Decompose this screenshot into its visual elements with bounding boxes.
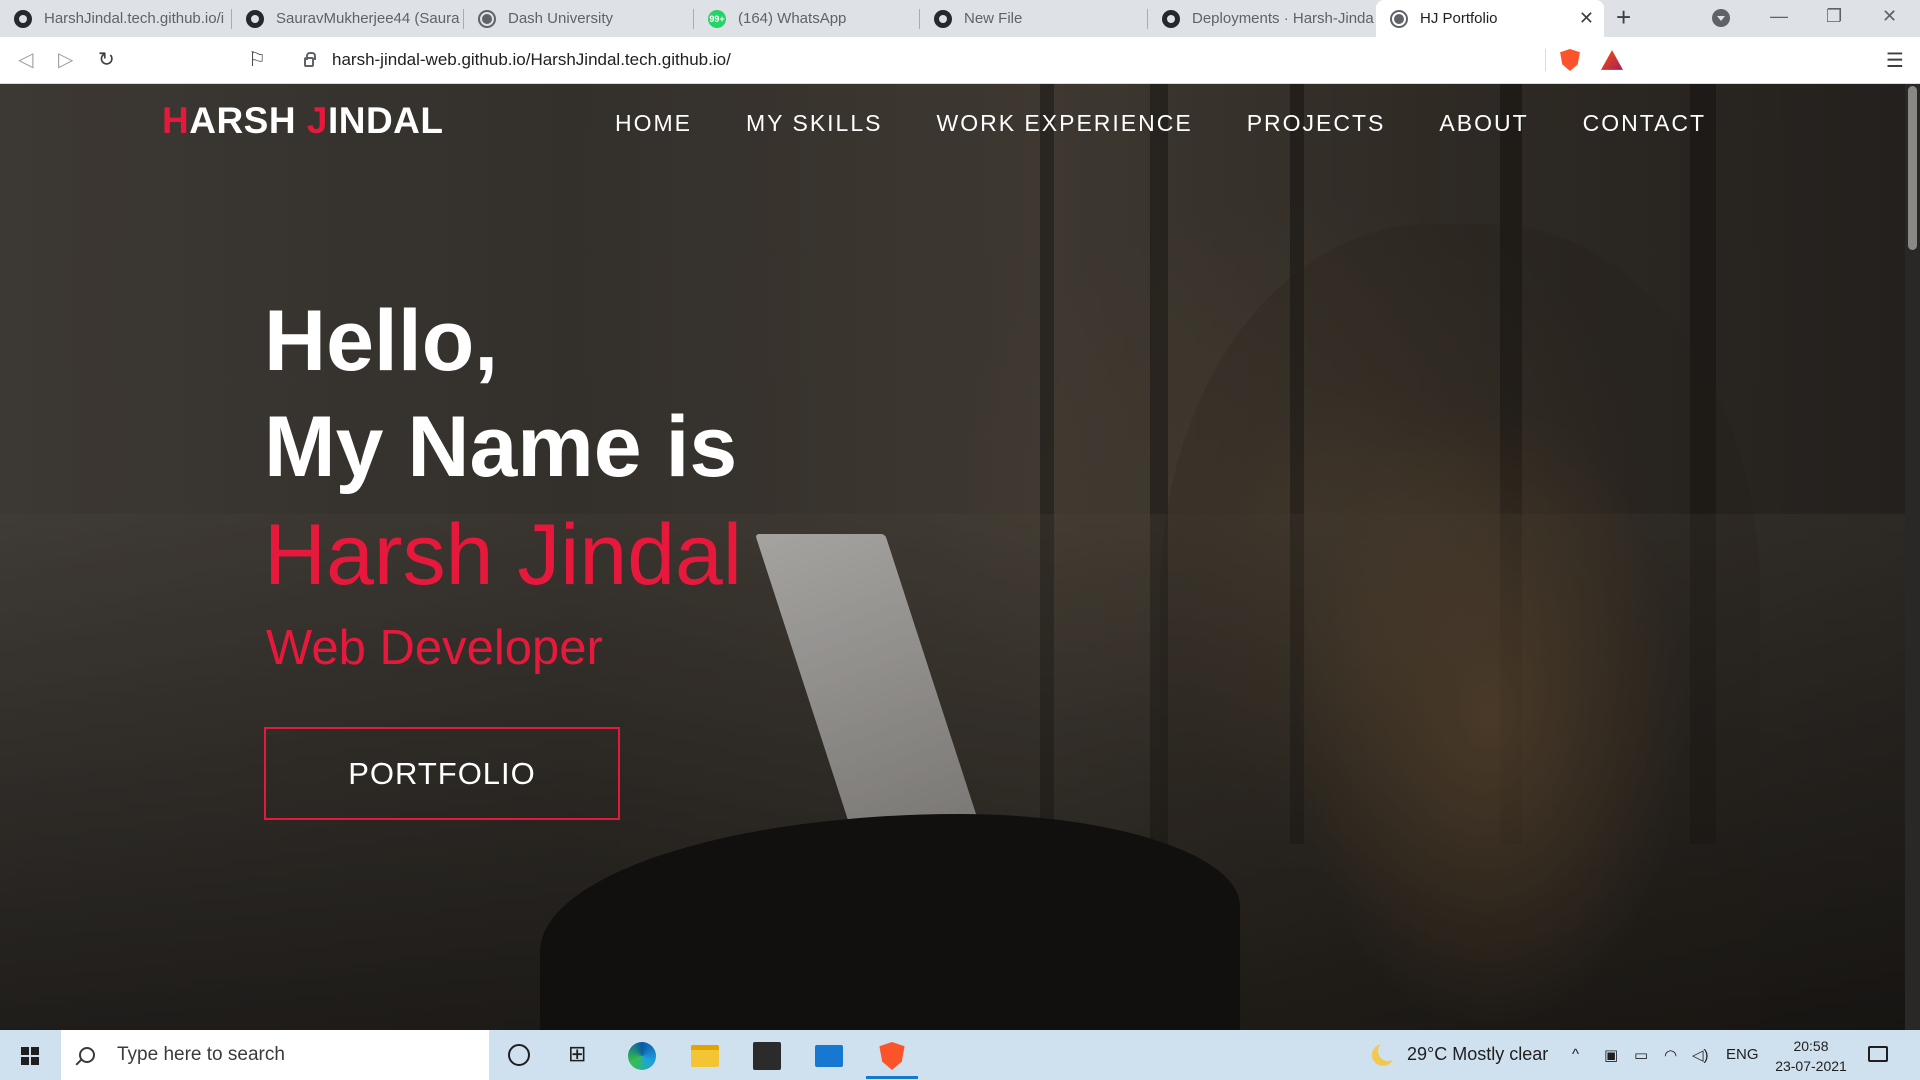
battery-icon[interactable]: ▭ [1634,1046,1648,1064]
store-icon[interactable] [753,1042,781,1070]
github-icon [934,9,952,28]
windows-start-icon[interactable] [21,1047,39,1065]
nav-contact[interactable]: CONTACT [1583,110,1706,137]
clock-date: 23-07-2021 [1775,1058,1847,1074]
restore-button[interactable]: ❐ [1826,6,1842,27]
globe-icon [478,9,496,28]
site-logo[interactable]: HARSH JINDAL [162,100,443,142]
back-button[interactable]: ◁ [18,47,33,72]
clock-time: 20:58 [1793,1038,1829,1054]
forward-button[interactable]: ▷ [58,47,73,72]
search-icon [79,1047,95,1063]
cortana-icon[interactable] [508,1044,530,1066]
close-window-button[interactable]: ✕ [1882,6,1897,27]
moon-weather-icon[interactable] [1372,1041,1398,1066]
tab-title: HarshJindal.tech.github.io/i [44,10,225,27]
bookmark-icon[interactable]: ⚐ [248,47,266,72]
portfolio-button[interactable]: PORTFOLIO [264,727,620,820]
weather-text[interactable]: 29°C Mostly clear [1407,1044,1548,1065]
close-tab-icon[interactable]: ✕ [1579,8,1594,29]
hero-role: Web Developer [266,621,603,675]
hero-greeting: Hello, [264,293,499,389]
file-explorer-icon[interactable] [691,1045,719,1067]
site-nav: HOME MY SKILLS WORK EXPERIENCE PROJECTS … [615,110,1706,137]
browser-tab[interactable]: Dash University [464,0,694,37]
address-bar[interactable]: harsh-jindal-web.github.io/HarshJindal.t… [282,43,1638,77]
logo-text: ARSH [189,100,307,141]
browser-menu-icon[interactable]: ☰ [1886,48,1904,73]
new-tab-button[interactable]: + [1616,2,1631,33]
hero-name: Harsh Jindal [264,507,742,603]
tab-search-icon[interactable] [1712,9,1730,27]
tab-title: (164) WhatsApp [738,10,847,27]
tray-chevron-icon[interactable]: ^ [1572,1046,1579,1063]
taskbar-search-box[interactable]: Type here to search [61,1030,489,1080]
browser-tab[interactable]: HarshJindal.tech.github.io/i [0,0,232,37]
browser-toolbar: ◁ ▷ ↻ ⚐ harsh-jindal-web.github.io/Harsh… [0,37,1920,84]
logo-initial: J [306,100,328,141]
notification-center-icon[interactable] [1868,1046,1888,1062]
language-indicator[interactable]: ENG [1726,1046,1759,1063]
lock-icon [304,52,316,67]
browser-tab[interactable]: 99+ (164) WhatsApp [694,0,920,37]
browser-tab[interactable]: New File [920,0,1148,37]
globe-icon [1390,9,1408,28]
logo-text: INDAL [327,100,444,141]
browser-tab[interactable]: Deployments · Harsh-Jinda [1148,0,1376,37]
browser-tab[interactable]: SauravMukherjee44 (Saura [232,0,464,37]
browser-tab-strip: HarshJindal.tech.github.io/i SauravMukhe… [0,0,1920,37]
tab-title: Deployments · Harsh-Jinda [1192,10,1374,27]
tab-title: New File [964,10,1023,27]
hero-intro: My Name is [264,399,738,495]
github-icon [246,9,264,28]
mail-icon[interactable] [815,1045,843,1067]
system-clock[interactable]: 20:58 23-07-2021 [1766,1036,1856,1076]
address-text: harsh-jindal-web.github.io/HarshJindal.t… [332,50,731,69]
tab-title: SauravMukherjee44 (Saura [276,10,460,27]
meet-now-icon[interactable]: ▣ [1604,1046,1618,1064]
tab-title: Dash University [508,10,614,27]
windows-taskbar: Type here to search ⊞ [0,1030,1920,1080]
logo-initial: H [162,100,190,141]
toolbar-divider [1545,49,1546,71]
nav-projects[interactable]: PROJECTS [1247,110,1386,137]
nav-home[interactable]: HOME [615,110,692,137]
nav-about[interactable]: ABOUT [1439,110,1528,137]
volume-icon[interactable]: ◁) [1692,1046,1709,1064]
wifi-icon[interactable]: ◠ [1664,1046,1677,1064]
browser-tab-active[interactable]: HJ Portfolio ✕ [1376,0,1604,37]
reload-button[interactable]: ↻ [98,47,115,72]
brave-browser-icon[interactable] [879,1042,905,1070]
tab-title: HJ Portfolio [1420,10,1498,27]
edge-icon[interactable] [628,1042,656,1070]
nav-work-experience[interactable]: WORK EXPERIENCE [936,110,1192,137]
hero-section: HARSH JINDAL HOME MY SKILLS WORK EXPERIE… [0,84,1905,1030]
search-placeholder: Type here to search [117,1044,285,1065]
minimize-button[interactable]: — [1770,6,1788,27]
task-view-icon[interactable]: ⊞ [568,1041,596,1069]
active-app-indicator [866,1076,918,1079]
github-icon [1162,9,1180,28]
scrollbar-thumb[interactable] [1908,86,1917,250]
nav-my-skills[interactable]: MY SKILLS [746,110,882,137]
github-icon [14,9,32,28]
whatsapp-icon: 99+ [708,9,726,28]
